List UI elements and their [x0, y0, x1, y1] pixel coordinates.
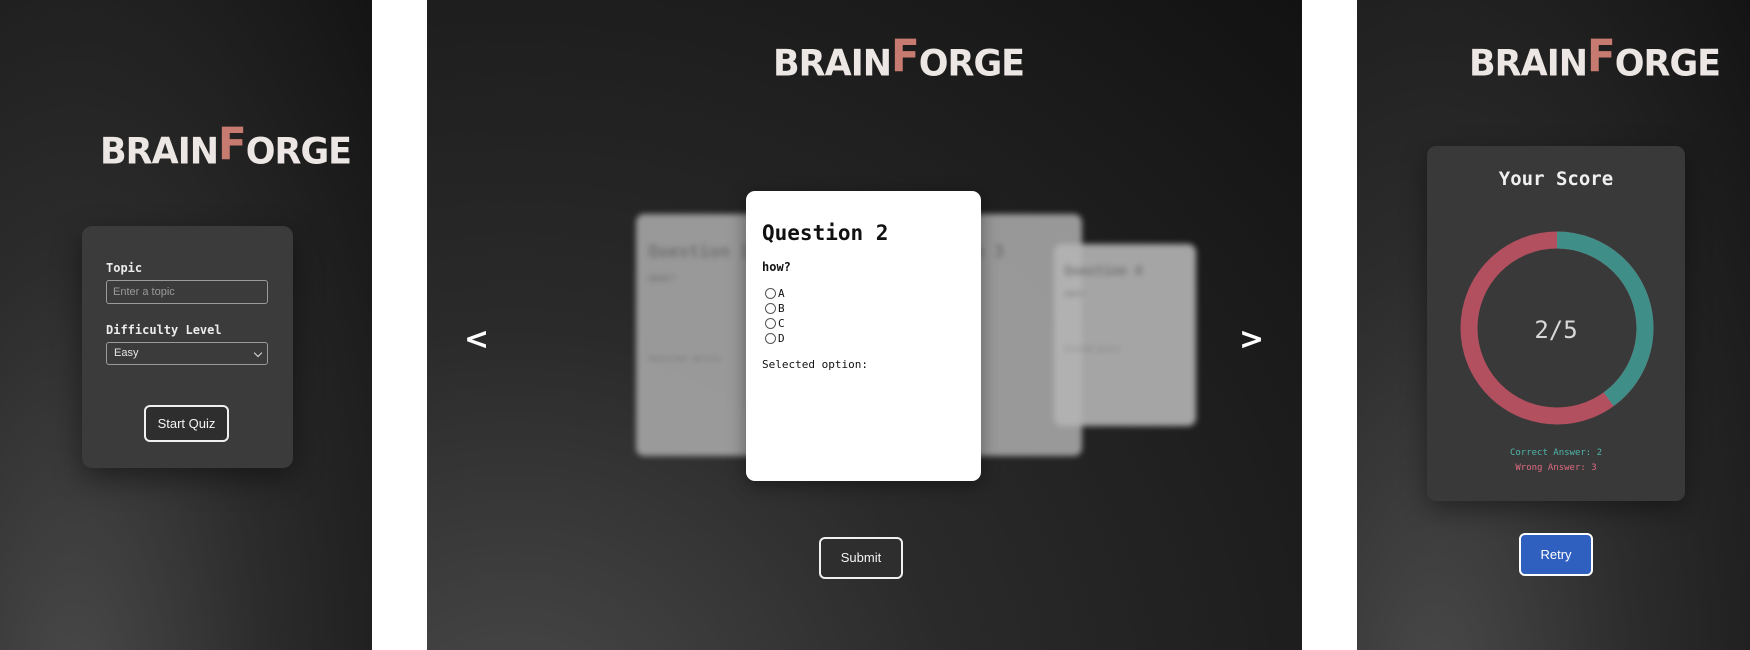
- start-quiz-button[interactable]: Start Quiz: [144, 405, 229, 442]
- score-title: Your Score: [1498, 168, 1614, 190]
- difficulty-select[interactable]: Easy: [106, 342, 268, 365]
- logo-suffix: ORGE: [918, 43, 1025, 86]
- option-label: D: [778, 332, 785, 345]
- radio-button[interactable]: [765, 303, 776, 314]
- option-label: C: [778, 317, 785, 330]
- option-d[interactable]: D: [765, 332, 785, 345]
- background-card-title: Question 1: [648, 242, 751, 262]
- score-card: Your Score 2/5 Correct Answer: 2 Wrong A…: [1427, 146, 1685, 501]
- quiz-setup-card: Topic Difficulty Level Easy Start Quiz: [82, 226, 293, 468]
- wrong-answer-count: Wrong Answer: 3: [1515, 463, 1597, 473]
- background-card-selected: Selected option:: [648, 354, 726, 363]
- next-question-arrow[interactable]: >: [1239, 322, 1264, 357]
- radio-button[interactable]: [765, 318, 776, 329]
- question-title: Question 2: [762, 221, 889, 245]
- quiz-screen: BRAINFORGE Question 1 what? Selected opt…: [427, 0, 1302, 650]
- option-label: A: [778, 287, 785, 300]
- difficulty-label: Difficulty Level: [106, 323, 222, 337]
- topic-input[interactable]: [106, 280, 268, 304]
- brainforge-logo: BRAINFORGE: [1469, 31, 1721, 86]
- background-card-question: what?: [648, 274, 676, 284]
- logo-prefix: BRAIN: [1469, 43, 1588, 86]
- submit-button[interactable]: Submit: [819, 537, 903, 579]
- option-c[interactable]: C: [765, 317, 785, 330]
- question-card-current: Question 2 how? A B C D Selected option:: [746, 191, 981, 481]
- setup-screen: BRAINFORGE Topic Difficulty Level Easy S…: [0, 0, 372, 650]
- results-screen: BRAINFORGE Your Score 2/5 Correct Answer…: [1357, 0, 1750, 650]
- topic-label: Topic: [106, 261, 143, 275]
- logo-prefix: BRAIN: [100, 131, 219, 174]
- logo-accent-letter: F: [218, 118, 247, 171]
- background-card-title: Question 4: [1064, 264, 1143, 279]
- score-value: 2/5: [1534, 316, 1578, 344]
- selected-option-label: Selected option:: [762, 358, 868, 371]
- difficulty-value: Easy: [114, 347, 139, 359]
- brainforge-logo: BRAINFORGE: [100, 119, 352, 174]
- option-b[interactable]: B: [765, 302, 785, 315]
- background-card-question: what?: [1064, 290, 1086, 298]
- logo-accent-letter: F: [1587, 30, 1616, 83]
- previous-question-arrow[interactable]: <: [464, 322, 489, 357]
- background-card-selected: Selected option:: [1064, 346, 1122, 353]
- logo-suffix: ORGE: [245, 131, 352, 174]
- option-label: B: [778, 302, 785, 315]
- logo-suffix: ORGE: [1614, 43, 1721, 86]
- logo-prefix: BRAIN: [773, 43, 892, 86]
- correct-answer-count: Correct Answer: 2: [1509, 448, 1603, 458]
- chevron-down-icon: [253, 348, 263, 358]
- radio-button[interactable]: [765, 333, 776, 344]
- radio-button[interactable]: [765, 288, 776, 299]
- option-a[interactable]: A: [765, 287, 785, 300]
- question-card-4-background[interactable]: Question 4 what? Selected option:: [1054, 244, 1196, 426]
- logo-accent-letter: F: [891, 30, 920, 83]
- retry-button[interactable]: Retry: [1519, 533, 1593, 576]
- question-text: how?: [762, 260, 791, 274]
- brainforge-logo: BRAINFORGE: [773, 31, 1025, 86]
